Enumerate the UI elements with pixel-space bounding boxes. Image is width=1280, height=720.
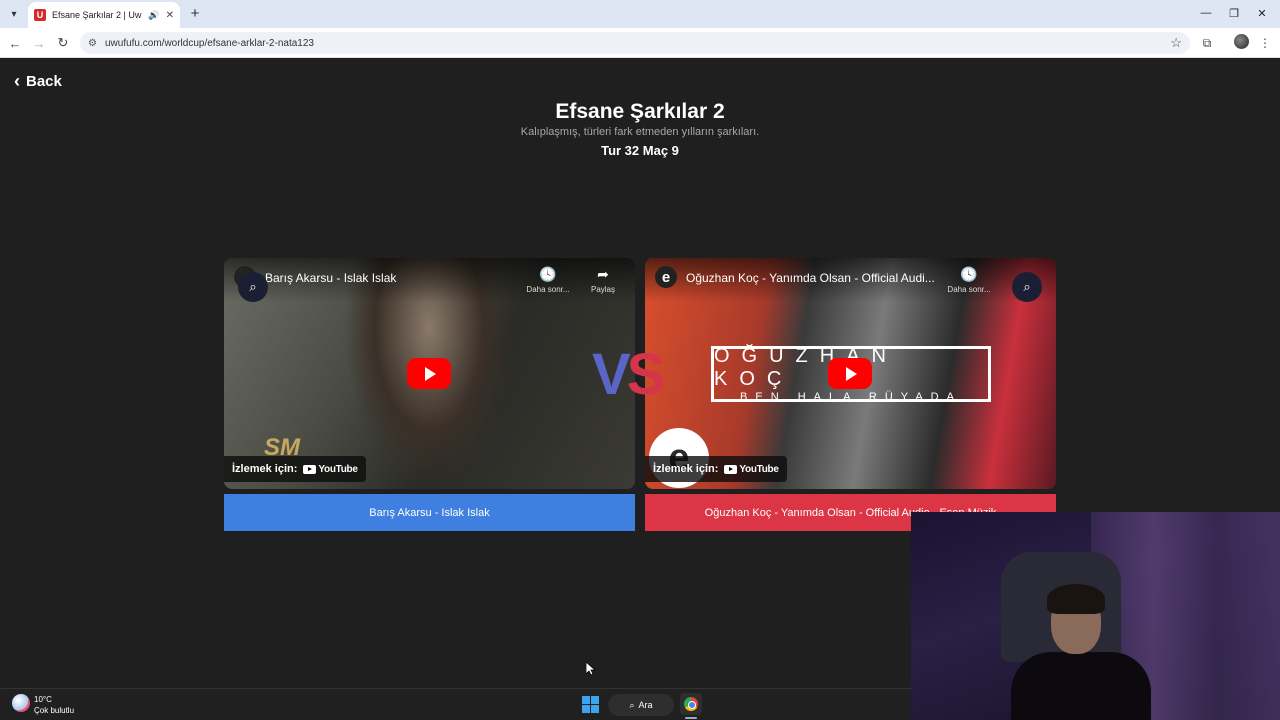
active-app-indicator	[685, 717, 697, 719]
left-share-button[interactable]: ➦ Paylaş	[581, 266, 625, 294]
audio-playing-icon[interactable]: 🔊	[148, 10, 159, 21]
clock-icon: 🕓	[960, 266, 978, 282]
tab-search-icon[interactable]: ▾	[4, 4, 24, 24]
cover-subtitle: BEN HALA RÜYADA	[740, 391, 962, 403]
url-text: uwufufu.com/worldcup/efsane-arklar-2-nat…	[104, 37, 314, 49]
back-label: Back	[26, 73, 62, 90]
left-play-button[interactable]	[407, 358, 451, 389]
left-zoom-icon[interactable]: ⌕	[238, 272, 268, 302]
close-tab-icon[interactable]: ✕	[166, 10, 174, 21]
round-indicator: Tur 32 Maç 9	[601, 143, 679, 158]
share-icon: ➦	[597, 266, 609, 282]
youtube-wordmark: YouTube	[318, 463, 358, 475]
tab-title: Efsane Şarkılar 2 | UwUFUFU	[52, 10, 142, 20]
site-favicon-icon: U	[34, 9, 46, 21]
restore-button[interactable]: ❐	[1224, 4, 1244, 22]
page-title: Efsane Şarkılar 2	[555, 100, 725, 123]
taskbar-search-button[interactable]: ⌕ Ara	[608, 694, 674, 716]
windows-taskbar: 10°C Çok bulutlu ⌕ Ara	[0, 688, 911, 720]
webcam-person-body	[1011, 652, 1151, 720]
youtube-logo-icon: YouTube	[303, 463, 358, 475]
right-watch-later-button[interactable]: 🕓 Daha sonr...	[947, 266, 991, 294]
close-window-button[interactable]: ✕	[1252, 4, 1272, 22]
right-video-title[interactable]: Oğuzhan Koç - Yanımda Olsan - Official A…	[686, 271, 936, 285]
versus-label: VS	[592, 341, 666, 408]
bookmark-star-icon[interactable]: ☆	[1170, 35, 1182, 51]
right-video-embed[interactable]: OĞUZHAN KOÇ BEN HALA RÜYADA e e Oğuzhan …	[645, 258, 1056, 489]
left-video-title[interactable]: Barış Akarsu - Islak Islak	[265, 271, 515, 285]
right-play-button[interactable]	[828, 358, 872, 389]
clock-icon: 🕓	[539, 266, 557, 282]
mouse-cursor-icon	[586, 662, 596, 676]
browser-tab[interactable]: U Efsane Şarkılar 2 | UwUFUFU 🔊 ✕	[28, 2, 180, 28]
left-watch-later-button[interactable]: 🕓 Daha sonr...	[526, 266, 570, 294]
weather-icon[interactable]	[12, 694, 30, 712]
webcam-overlay	[911, 512, 1280, 720]
weather-description[interactable]: Çok bulutlu	[34, 706, 74, 715]
left-video-embed[interactable]: SM Barış Akarsu - Islak Islak 🕓 Daha son…	[224, 258, 635, 489]
youtube-wordmark: YouTube	[739, 463, 779, 475]
play-icon	[846, 366, 857, 381]
browser-tabstrip: ▾ U Efsane Şarkılar 2 | UwUFUFU 🔊 ✕ + — …	[0, 0, 1280, 28]
watch-later-label: Daha sonr...	[526, 285, 570, 294]
share-label: Paylaş	[590, 285, 615, 294]
right-zoom-icon[interactable]: ⌕	[1012, 272, 1042, 302]
site-info-icon[interactable]: ⚙	[88, 38, 97, 49]
left-watch-on-youtube[interactable]: İzlemek için: YouTube	[224, 456, 366, 482]
watch-on-label: İzlemek için:	[232, 463, 298, 475]
watch-on-label: İzlemek için:	[653, 463, 719, 475]
new-tab-button[interactable]: +	[186, 4, 204, 22]
watch-later-label: Daha sonr...	[947, 285, 991, 294]
address-bar[interactable]: ⚙ uwufufu.com/worldcup/efsane-arklar-2-n…	[80, 32, 1190, 54]
webcam-person-hair	[1047, 584, 1105, 614]
weather-temperature[interactable]: 10°C	[34, 695, 52, 704]
forward-arrow-icon[interactable]: →	[30, 34, 48, 52]
search-icon: ⌕	[629, 699, 635, 710]
windows-start-icon[interactable]	[582, 696, 599, 713]
vs-v-letter: V	[592, 342, 631, 407]
browser-menu-icon[interactable]: ⋮	[1256, 34, 1274, 52]
play-icon	[425, 366, 436, 381]
right-channel-avatar[interactable]: e	[655, 266, 677, 288]
profile-avatar[interactable]	[1234, 34, 1249, 49]
extensions-icon[interactable]: ⧉	[1198, 34, 1216, 52]
chrome-taskbar-icon[interactable]	[680, 693, 702, 715]
youtube-logo-icon: YouTube	[724, 463, 779, 475]
taskbar-search-label: Ara	[638, 700, 653, 710]
choose-left-button[interactable]: Barış Akarsu - Islak Islak	[224, 494, 635, 531]
vs-s-letter: S	[626, 342, 666, 407]
browser-toolbar: ← → ↻ ⚙ uwufufu.com/worldcup/efsane-arkl…	[0, 28, 1280, 58]
reload-icon[interactable]: ↻	[54, 34, 72, 52]
page-subtitle: Kalıplaşmış, türleri fark etmeden yıllar…	[520, 126, 760, 138]
back-arrow-icon[interactable]: ←	[6, 34, 24, 52]
chevron-left-icon: ‹	[14, 71, 20, 91]
right-watch-on-youtube[interactable]: İzlemek için: YouTube	[645, 456, 787, 482]
back-link[interactable]: ‹ Back	[14, 71, 62, 92]
minimize-button[interactable]: —	[1196, 4, 1216, 22]
